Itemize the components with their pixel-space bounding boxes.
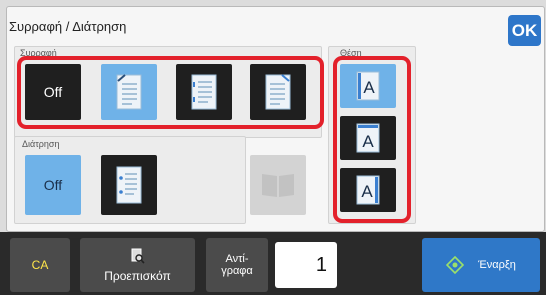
position-right-glyph: A	[361, 182, 373, 201]
ok-button[interactable]: OK	[508, 15, 541, 46]
start-label: Έναρξη	[478, 259, 516, 271]
position-right-icon: A	[356, 175, 380, 205]
punch-off-button[interactable]: Off	[25, 155, 81, 215]
ca-button[interactable]: CA	[10, 238, 70, 292]
staple-off-label: Off	[43, 84, 63, 100]
punch-off-label: Off	[43, 177, 63, 193]
copies-input[interactable]: 1	[275, 242, 337, 288]
staple-left-double-icon	[191, 74, 217, 110]
start-icon	[446, 256, 465, 274]
preview-label: Προεπισκόπ	[104, 268, 171, 283]
staple-top-right-icon	[265, 74, 291, 110]
preview-button[interactable]: Προεπισκόπ	[80, 238, 195, 292]
staple-top-right-button[interactable]	[250, 64, 306, 120]
preview-icon	[131, 248, 145, 264]
staple-left-double-button[interactable]	[176, 64, 232, 120]
punch-section-label: Διάτρηση	[22, 139, 60, 149]
staple-top-left-button[interactable]	[101, 64, 157, 120]
position-top-glyph: A	[362, 132, 374, 151]
page-title: Συρραφή / Διάτρηση	[9, 19, 127, 34]
position-left-icon: A	[356, 71, 380, 101]
position-top-button[interactable]: A	[340, 116, 396, 160]
ca-label: CA	[31, 258, 49, 272]
punch-holes-icon	[116, 166, 142, 204]
position-right-button[interactable]: A	[340, 168, 396, 212]
open-book-icon	[262, 174, 294, 197]
staple-off-button[interactable]: Off	[25, 64, 81, 120]
position-top-icon: A	[356, 123, 380, 153]
position-left-glyph: A	[363, 78, 375, 97]
copies-label-line1: Αντί-	[225, 253, 249, 265]
copies-label-line2: γραφα	[221, 265, 253, 277]
copies-label: Αντί- γραφα	[206, 238, 268, 292]
staple-punch-screen: Συρραφή / Διάτρηση OK Συρραφή Off Διάτρη…	[0, 0, 546, 295]
position-left-button[interactable]: A	[340, 64, 396, 108]
punch-holes-button[interactable]	[101, 155, 157, 215]
staple-top-left-icon	[116, 74, 142, 110]
start-button[interactable]: Έναρξη	[422, 238, 540, 292]
booklet-button	[250, 155, 306, 215]
